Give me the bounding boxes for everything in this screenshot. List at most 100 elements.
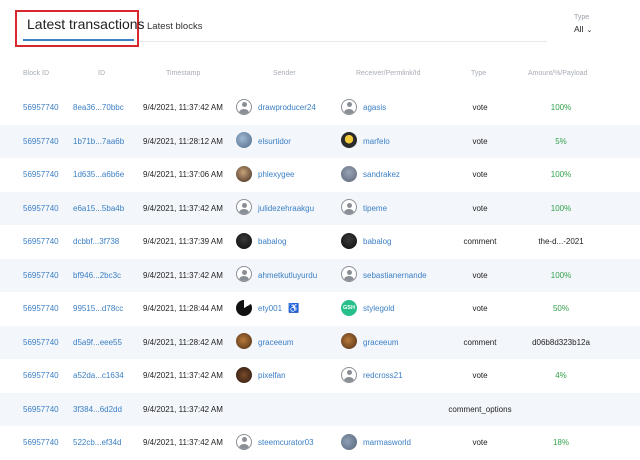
- receiver-link[interactable]: marmasworld: [363, 438, 411, 447]
- timestamp: 9/4/2021, 11:28:44 AM: [143, 304, 223, 313]
- transaction-id-link[interactable]: bf946...2bc3c: [73, 259, 121, 293]
- default-avatar-icon: [341, 98, 357, 115]
- sender-link[interactable]: graceeum: [258, 338, 294, 347]
- table-row: 56957740 dcbbf...3f738 9/4/2021, 11:37:39 …: [0, 225, 640, 259]
- sender-link[interactable]: phlexygee: [258, 170, 294, 179]
- receiver-cell: sebastianernande: [341, 259, 427, 293]
- sender-link[interactable]: ahmetkutluyurdu: [258, 271, 317, 280]
- sender-link[interactable]: ety001: [258, 304, 282, 313]
- type-filter-select[interactable]: All ⌄: [574, 24, 592, 34]
- receiver-cell: GSH stylegold: [341, 292, 395, 326]
- timestamp: 9/4/2021, 11:28:12 AM: [143, 136, 223, 146]
- transaction-id-link[interactable]: 3f384...6d2dd: [73, 393, 122, 427]
- operation-type: comment_options: [448, 404, 512, 414]
- default-avatar-icon: [236, 98, 252, 115]
- transaction-id-link[interactable]: a52da...c1634: [73, 359, 124, 393]
- amount-value: [518, 393, 604, 427]
- receiver-cell: graceeum: [341, 326, 399, 360]
- receiver-link[interactable]: marfelo: [363, 137, 390, 146]
- block-id-link[interactable]: 56957740: [23, 225, 59, 259]
- tab-latest-blocks[interactable]: Latest blocks: [147, 21, 202, 32]
- default-avatar-icon: [236, 433, 252, 450]
- avatar: [341, 132, 357, 149]
- header-sender: Sender: [273, 70, 296, 77]
- sender-cell: julidezehraakgu: [236, 192, 314, 226]
- receiver-link[interactable]: stylegold: [363, 304, 395, 313]
- sender-link[interactable]: julidezehraakgu: [258, 204, 314, 213]
- active-tab-indicator: [23, 39, 134, 41]
- operation-type: vote: [472, 136, 488, 146]
- transaction-id-link[interactable]: 1b71b...7aa6b: [73, 125, 124, 159]
- table-row: 56957740 99515...d78cc 9/4/2021, 11:28:44 …: [0, 292, 640, 326]
- sender-link[interactable]: steemcurator03: [258, 438, 314, 447]
- block-id-link[interactable]: 56957740: [23, 91, 59, 125]
- operation-type: vote: [472, 103, 488, 112]
- block-id-link[interactable]: 56957740: [23, 292, 59, 326]
- receiver-cell: sandrakez: [341, 158, 400, 192]
- transaction-id-link[interactable]: d5a9f...eee55: [73, 326, 122, 360]
- timestamp: 9/4/2021, 11:37:42 AM: [143, 203, 223, 213]
- table-row: 56957740 bf946...2bc3c 9/4/2021, 11:37:42 …: [0, 258, 640, 293]
- sender-link[interactable]: drawproducer24: [258, 103, 316, 112]
- block-id-link[interactable]: 56957740: [23, 326, 59, 360]
- table-row: 56957740 8ea36...70bbc 9/4/2021, 11:37:42 …: [0, 91, 640, 125]
- operation-type: vote: [472, 203, 488, 213]
- sender-link[interactable]: babalog: [258, 237, 286, 246]
- receiver-link[interactable]: babalog: [363, 237, 391, 246]
- avatar: [236, 132, 252, 149]
- timestamp: 9/4/2021, 11:37:42 AM: [143, 270, 223, 280]
- block-id-link[interactable]: 56957740: [23, 359, 59, 393]
- table-row: 56957740 1b71b...7aa6b 9/4/2021, 11:28:12 …: [0, 124, 640, 159]
- sender-cell: steemcurator03: [236, 426, 314, 460]
- type-filter-value: All: [574, 24, 584, 34]
- transaction-id-link[interactable]: 99515...d78cc: [73, 292, 123, 326]
- block-id-link[interactable]: 56957740: [23, 192, 59, 226]
- table-row: 56957740 3f384...6d2dd 9/4/2021, 11:37:42 …: [0, 392, 640, 427]
- receiver-link[interactable]: agasis: [363, 103, 386, 112]
- transaction-id-link[interactable]: 8ea36...70bbc: [73, 91, 124, 125]
- block-id-link[interactable]: 56957740: [23, 259, 59, 293]
- receiver-link[interactable]: sandrakez: [363, 170, 400, 179]
- avatar: [341, 433, 357, 450]
- operation-type: vote: [472, 270, 488, 280]
- type-filter-label: Type: [574, 14, 590, 21]
- timestamp: 9/4/2021, 11:37:39 AM: [143, 237, 223, 246]
- sender-link[interactable]: pixelfan: [258, 371, 286, 380]
- table-header: Block ID ID Timestamp Sender Receiver/Pe…: [0, 70, 640, 86]
- receiver-link[interactable]: sebastianernande: [363, 271, 427, 280]
- default-avatar-icon: [341, 366, 357, 383]
- sender-cell: graceeum: [236, 326, 294, 360]
- transaction-id-link[interactable]: e6a15...5ba4b: [73, 192, 124, 226]
- sender-cell: ahmetkutluyurdu: [236, 259, 317, 293]
- header-receiver: Receiver/Permlink/Id: [356, 70, 421, 77]
- avatar: [341, 333, 357, 350]
- receiver-link[interactable]: tipeme: [363, 204, 387, 213]
- avatar: [236, 299, 252, 316]
- type-filter[interactable]: Type All ⌄: [574, 14, 592, 34]
- tab-divider: [139, 41, 547, 42]
- operation-type: vote: [472, 304, 488, 313]
- avatar: GSH: [341, 299, 357, 316]
- transaction-id-link[interactable]: 1d635...a6b6e: [73, 158, 124, 192]
- receiver-link[interactable]: graceeum: [363, 338, 399, 347]
- table-row: 56957740 e6a15...5ba4b 9/4/2021, 11:37:42 …: [0, 191, 640, 226]
- sender-cell: pixelfan: [236, 359, 286, 393]
- tab-latest-transactions[interactable]: Latest transactions: [27, 16, 145, 32]
- transaction-id-link[interactable]: dcbbf...3f738: [73, 225, 119, 259]
- receiver-cell: redcross21: [341, 359, 403, 393]
- sender-cell: babalog: [236, 225, 286, 259]
- sender-cell: ety001 ♿: [236, 292, 299, 326]
- receiver-link[interactable]: redcross21: [363, 371, 403, 380]
- amount-value: 100%: [550, 203, 572, 213]
- operation-type: vote: [472, 438, 488, 447]
- tab-bar: Latest transactions Latest blocks Type A…: [0, 0, 640, 60]
- block-id-link[interactable]: 56957740: [23, 125, 59, 159]
- block-id-link[interactable]: 56957740: [23, 426, 59, 460]
- avatar: [341, 232, 357, 249]
- header-timestamp: Timestamp: [166, 70, 201, 77]
- block-id-link[interactable]: 56957740: [23, 393, 59, 427]
- transaction-id-link[interactable]: 522cb...ef34d: [73, 426, 121, 460]
- block-id-link[interactable]: 56957740: [23, 158, 59, 192]
- sender-link[interactable]: elsurtidor: [258, 137, 291, 146]
- timestamp: 9/4/2021, 11:37:06 AM: [143, 170, 223, 179]
